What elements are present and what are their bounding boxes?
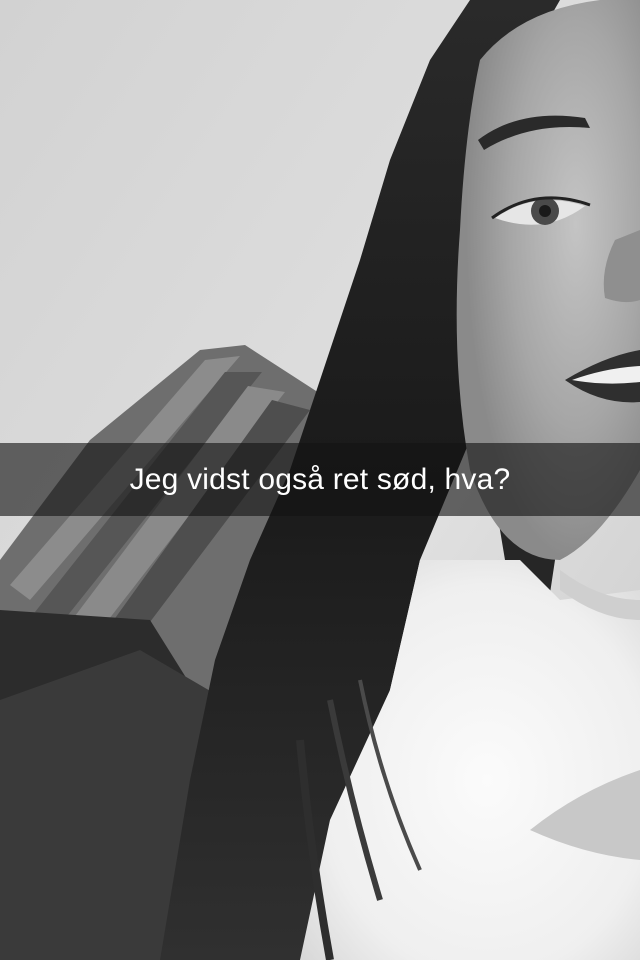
caption-text: Jeg vidst også ret sød, hva? xyxy=(129,462,511,496)
caption-bar: Jeg vidst også ret sød, hva? xyxy=(0,443,640,516)
snap-view: Jeg vidst også ret sød, hva? xyxy=(0,0,640,960)
